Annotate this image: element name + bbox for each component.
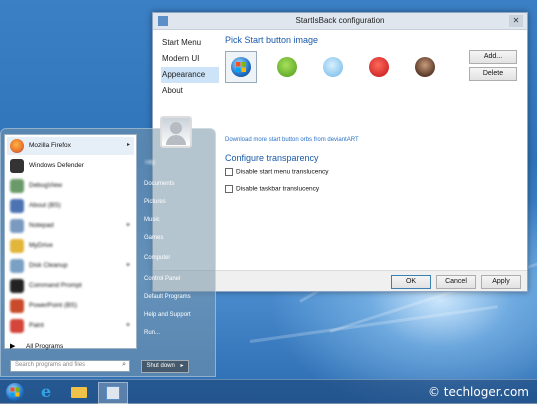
image-option-red-bird[interactable]	[363, 51, 395, 83]
program-label: Windows Defender	[29, 162, 84, 169]
program-item[interactable]: Disk Cleanup ▸	[7, 257, 134, 275]
delete-button[interactable]: Delete	[469, 67, 517, 81]
shutdown-label: Shut down	[146, 363, 175, 369]
section-transparency-heading: Configure transparency	[225, 153, 319, 163]
program-item[interactable]: PowerPoint (BS)	[7, 297, 134, 315]
checkbox[interactable]	[225, 168, 233, 176]
option-label: Disable start menu translucency	[236, 168, 329, 176]
submenu-arrow-icon: ▸	[126, 142, 130, 148]
run-link[interactable]: Run...	[144, 330, 160, 336]
submenu-arrow-icon: ▸	[126, 222, 130, 228]
nav-start-menu[interactable]: Start Menu	[161, 35, 219, 51]
submenu-arrow-icon: ▸	[126, 262, 130, 268]
default-programs-link[interactable]: Default Programs	[144, 294, 191, 300]
program-item[interactable]: Paint ▸	[7, 317, 134, 335]
program-label: About (BS)	[29, 202, 61, 209]
program-item[interactable]: Command Prompt	[7, 277, 134, 295]
search-placeholder: Search programs and files	[15, 362, 86, 368]
windows-orb-icon	[6, 383, 24, 401]
avatar[interactable]	[160, 116, 192, 148]
red-bird-icon	[369, 57, 389, 77]
add-button[interactable]: Add...	[469, 50, 517, 64]
arrow-right-icon: ▶	[10, 343, 16, 350]
taskbar-internet-explorer[interactable]: e	[34, 382, 62, 402]
cancel-button[interactable]: Cancel	[436, 275, 476, 289]
nav-about[interactable]: About	[161, 83, 219, 99]
program-item[interactable]: Windows Defender	[7, 157, 134, 175]
green-bird-icon	[277, 57, 297, 77]
app-icon	[10, 199, 24, 213]
firefox-icon	[10, 139, 24, 153]
windows-orb-icon	[231, 57, 251, 77]
all-programs-label: All Programs	[26, 343, 64, 350]
defender-icon	[10, 159, 24, 173]
folder-icon	[71, 387, 87, 398]
computer-link[interactable]: Computer	[144, 255, 170, 261]
download-orbs-link[interactable]: Download more start button orbs from dev…	[225, 137, 359, 143]
app-icon	[10, 239, 24, 253]
option-taskbar-translucency[interactable]: Disable taskbar translucency	[225, 185, 319, 193]
apply-button[interactable]: Apply	[481, 275, 521, 289]
app-icon	[10, 319, 24, 333]
programs-pane: Mozilla Firefox ▸ Windows Defender Debug…	[4, 134, 137, 349]
internet-explorer-icon: e	[41, 382, 52, 401]
program-label: Disk Cleanup	[29, 262, 68, 269]
music-link[interactable]: Music	[144, 217, 160, 223]
nav-appearance[interactable]: Appearance	[161, 67, 219, 83]
program-item[interactable]: Notepad ▸	[7, 217, 134, 235]
user-name-link[interactable]: Titty	[144, 160, 155, 166]
settings-nav: Start Menu Modern UI Appearance About	[161, 35, 219, 99]
taskbar-startisback[interactable]	[98, 382, 128, 404]
image-option-user-photo[interactable]	[409, 51, 441, 83]
app-icon	[10, 179, 24, 193]
control-panel-link[interactable]: Control Panel	[144, 276, 180, 282]
help-support-link[interactable]: Help and Support	[144, 312, 191, 318]
program-item[interactable]: MyDrive	[7, 237, 134, 255]
app-icon	[10, 259, 24, 273]
all-programs-button[interactable]: ▶ All Programs	[4, 339, 135, 355]
nav-modern-ui[interactable]: Modern UI	[161, 51, 219, 67]
light-ray	[249, 305, 498, 343]
program-label: Command Prompt	[29, 282, 82, 289]
pictures-link[interactable]: Pictures	[144, 199, 166, 205]
program-item[interactable]: About (BS)	[7, 197, 134, 215]
start-button[interactable]	[2, 382, 30, 402]
taskbar-file-explorer[interactable]	[66, 382, 94, 402]
image-option-windows[interactable]	[225, 51, 257, 83]
option-start-menu-translucency[interactable]: Disable start menu translucency	[225, 168, 329, 176]
shutdown-options-icon[interactable]: ▸	[181, 363, 184, 369]
app-icon	[10, 279, 24, 293]
close-button[interactable]: ✕	[509, 15, 523, 27]
program-label: Notepad	[29, 222, 54, 229]
image-option-green-bird[interactable]	[271, 51, 303, 83]
checkbox[interactable]	[225, 185, 233, 193]
window-title: StartIsBack configuration	[295, 16, 385, 25]
shutdown-button[interactable]: Shut down ▸	[141, 360, 189, 373]
program-label: PowerPoint (BS)	[29, 302, 78, 309]
program-item[interactable]: DebugView	[7, 177, 134, 195]
section-start-button-heading: Pick Start button image	[225, 35, 319, 45]
program-label: DebugView	[29, 182, 63, 189]
app-icon	[10, 219, 24, 233]
program-label: Paint	[29, 322, 44, 329]
option-label: Disable taskbar translucency	[236, 185, 320, 193]
start-button-images	[225, 51, 435, 83]
title-bar: StartIsBack configuration ✕	[153, 13, 527, 30]
user-photo-icon	[415, 57, 435, 77]
app-icon	[10, 299, 24, 313]
submenu-arrow-icon: ▸	[126, 322, 130, 328]
image-option-blue-bird[interactable]	[317, 51, 349, 83]
blue-bird-icon	[323, 57, 343, 77]
program-item[interactable]: Mozilla Firefox ▸	[7, 137, 134, 155]
startisback-icon	[106, 386, 120, 400]
watermark: © techloger.com	[427, 385, 529, 399]
start-menu: Mozilla Firefox ▸ Windows Defender Debug…	[0, 128, 216, 377]
program-label: MyDrive	[29, 242, 53, 249]
ok-button[interactable]: OK	[391, 275, 431, 289]
program-label: Mozilla Firefox	[29, 142, 71, 149]
search-input[interactable]: Search programs and files ⌕	[10, 360, 130, 372]
search-icon: ⌕	[122, 361, 126, 368]
games-link[interactable]: Games	[144, 235, 163, 241]
documents-link[interactable]: Documents	[144, 181, 174, 187]
